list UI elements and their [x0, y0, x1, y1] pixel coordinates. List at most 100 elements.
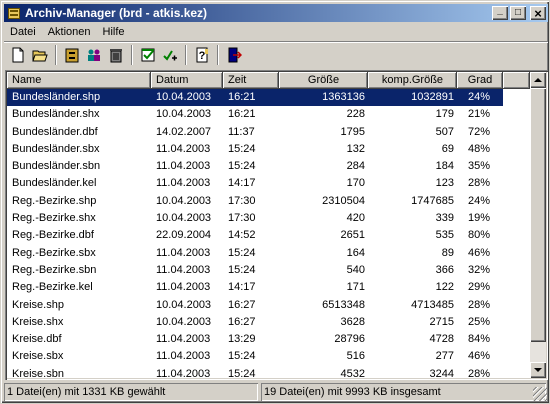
archive-cabinet-icon	[65, 48, 79, 63]
row-cells: Kreise.shp 10.04.2003 16:27 6513348 4713485 2…	[7, 297, 503, 314]
exit-button[interactable]	[223, 44, 245, 66]
scroll-down-button[interactable]	[530, 362, 546, 378]
cell-zeit: 16:21	[228, 91, 256, 103]
title-bar[interactable]: Archiv-Manager (brd - atkis.kez) _ □ ×	[4, 4, 548, 22]
table-row[interactable]: Kreise.sbn 11.04.2003 15:24 4532 3244 28%	[7, 366, 530, 378]
column-header-filler	[503, 72, 530, 89]
cell-komp-groesse: 123	[435, 177, 454, 190]
status-bar: 1 Datei(en) mit 1331 KB gewählt 19 Datei…	[4, 382, 548, 402]
minimize-button[interactable]: _	[492, 6, 508, 20]
cell-name: Reg.-Bezirke.shp	[12, 194, 97, 207]
column-header-groesse[interactable]: Größe	[279, 72, 368, 89]
cell-datum: 10.04.2003	[156, 194, 212, 207]
cell-zeit: 15:24	[228, 142, 256, 155]
cell-groesse: 420	[346, 212, 365, 225]
cell-name: Bundesländer.shx	[12, 108, 100, 121]
table-row[interactable]: Reg.-Bezirke.dbf 22.09.2004 14:52 2651 535 80…	[7, 227, 530, 244]
delete-button[interactable]	[105, 44, 127, 66]
table-row[interactable]: Bundesländer.kel 11.04.2003 14:17 170 123 28%	[7, 175, 530, 192]
scroll-thumb[interactable]	[530, 88, 546, 342]
cell-datum: 11.04.2003	[156, 142, 211, 155]
table-row[interactable]: Bundesländer.shx 10.04.2003 16:21 228 179 21%	[7, 106, 530, 123]
table-row[interactable]: Reg.-Bezirke.kel 11.04.2003 14:17 171 122 29%	[7, 279, 530, 296]
menu-hilfe[interactable]: Hilfe	[97, 26, 131, 38]
column-header-komp-groesse[interactable]: komp.Größe	[368, 72, 457, 89]
column-header-zeit[interactable]: Zeit	[223, 72, 279, 89]
cell-komp-groesse: 339	[435, 212, 454, 225]
table-row[interactable]: Reg.-Bezirke.sbn 11.04.2003 15:24 540 366 32%	[7, 262, 530, 279]
cell-zeit: 14:52	[228, 229, 256, 242]
trash-icon	[110, 49, 122, 63]
cell-zeit: 11:37	[228, 125, 255, 138]
cell-name: Reg.-Bezirke.dbf	[12, 229, 94, 242]
cell-datum: 11.04.2003	[156, 350, 211, 363]
table-row[interactable]: Reg.-Bezirke.shp 10.04.2003 17:30 2310504 17…	[7, 193, 530, 210]
cell-datum: 10.04.2003	[156, 108, 212, 121]
cell-komp-groesse: 3244	[429, 367, 454, 378]
cell-komp-groesse: 4713485	[411, 298, 454, 311]
cell-grad: 72%	[467, 125, 490, 138]
menu-datei[interactable]: Datei	[4, 26, 42, 38]
resize-grip[interactable]	[533, 387, 547, 401]
cell-groesse: 6513348	[322, 298, 365, 311]
cell-name: Bundesländer.sbx	[12, 142, 100, 155]
cell-komp-groesse: 2715	[429, 315, 454, 328]
table-row[interactable]: Kreise.shx 10.04.2003 16:27 3628 2715 25%	[7, 314, 530, 331]
extract-people-icon	[88, 49, 100, 61]
cell-grad: 84%	[467, 333, 490, 346]
test-button[interactable]	[159, 44, 181, 66]
cell-grad: 46%	[467, 350, 490, 363]
cell-datum: 11.04.2003	[156, 160, 211, 173]
vertical-scrollbar[interactable]	[530, 72, 546, 378]
cell-datum: 11.04.2003	[156, 246, 211, 259]
cell-zeit: 16:27	[228, 298, 256, 311]
table-row[interactable]: Reg.-Bezirke.shx 10.04.2003 17:30 420 339 19%	[7, 210, 530, 227]
column-header-name[interactable]: Name	[7, 72, 151, 89]
row-cells: Reg.-Bezirke.shp 10.04.2003 17:30 2310504 17…	[7, 193, 503, 210]
cell-komp-groesse: 507	[435, 125, 454, 138]
cell-komp-groesse: 535	[435, 229, 454, 242]
cell-datum: 11.04.2003	[156, 177, 211, 190]
scroll-up-button[interactable]	[530, 72, 546, 88]
list-body: Bundesländer.shp 10.04.2003 16:21 1363136 10…	[7, 89, 530, 378]
cell-zeit: 17:30	[228, 194, 256, 207]
open-folder-button[interactable]	[29, 44, 51, 66]
row-cells: Bundesländer.shp 10.04.2003 16:21 1363136 10…	[7, 89, 503, 107]
table-row[interactable]: Bundesländer.shp 10.04.2003 16:21 1363136 10…	[7, 89, 530, 107]
cell-grad: 25%	[467, 315, 490, 328]
maximize-button[interactable]: □	[510, 6, 526, 20]
archive-button[interactable]	[61, 44, 83, 66]
window-title: Archiv-Manager (brd - atkis.kez)	[25, 6, 208, 20]
cell-komp-groesse: 184	[435, 160, 454, 173]
table-row[interactable]: Bundesländer.dbf 14.02.2007 11:37 1795 507 72…	[7, 124, 530, 141]
table-row[interactable]: Kreise.dbf 11.04.2003 13:29 28796 4728 84%	[7, 331, 530, 348]
column-header-datum[interactable]: Datum	[151, 72, 223, 89]
column-header-grad[interactable]: Grad	[457, 72, 503, 89]
new-file-button[interactable]	[7, 44, 29, 66]
cell-groesse: 228	[346, 108, 365, 121]
cell-komp-groesse: 1032891	[411, 91, 454, 103]
row-cells: Reg.-Bezirke.kel 11.04.2003 14:17 171 122 29%	[7, 279, 503, 296]
cell-grad: 28%	[467, 177, 490, 190]
check-button[interactable]	[137, 44, 159, 66]
archive-manager-window: Archiv-Manager (brd - atkis.kez) _ □ × D…	[0, 0, 550, 404]
table-row[interactable]: Bundesländer.sbx 11.04.2003 15:24 132 69 48%	[7, 141, 530, 158]
cell-komp-groesse: 1747685	[411, 194, 454, 207]
cell-grad: 21%	[467, 108, 490, 121]
cell-datum: 11.04.2003	[156, 281, 211, 294]
help-button[interactable]: ?	[191, 44, 213, 66]
extract-button[interactable]	[83, 44, 105, 66]
toolbar-separator	[185, 45, 187, 65]
maximize-icon: □	[514, 7, 522, 18]
table-row[interactable]: Kreise.sbx 11.04.2003 15:24 516 277 46%	[7, 348, 530, 365]
close-button[interactable]: ×	[530, 6, 546, 20]
row-cells: Reg.-Bezirke.sbx 11.04.2003 15:24 164 89 46%	[7, 245, 503, 262]
table-row[interactable]: Reg.-Bezirke.sbx 11.04.2003 15:24 164 89 46%	[7, 245, 530, 262]
menu-aktionen[interactable]: Aktionen	[42, 26, 97, 38]
table-row[interactable]: Kreise.shp 10.04.2003 16:27 6513348 4713485 2…	[7, 297, 530, 314]
cell-zeit: 16:27	[228, 315, 256, 328]
table-row[interactable]: Bundesländer.sbn 11.04.2003 15:24 284 184 35%	[7, 158, 530, 175]
arrow-down-icon	[534, 368, 542, 372]
cell-groesse: 1363136	[322, 91, 365, 103]
cell-groesse: 1795	[340, 125, 365, 138]
